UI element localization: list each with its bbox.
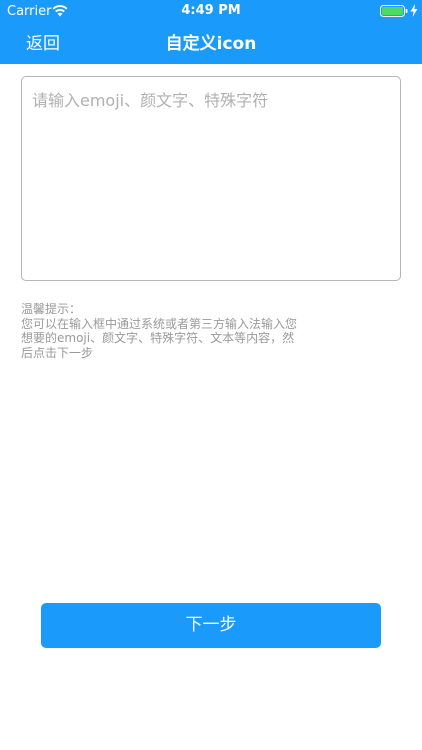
custom-icon-text-field[interactable] (22, 77, 400, 280)
navigation-header: Carrier 4:49 PM 返回 自定义icon (0, 0, 422, 64)
page-title: 自定义icon (165, 34, 257, 54)
charging-bolt-icon (410, 4, 418, 17)
next-step-button[interactable]: 下一步 (41, 603, 381, 648)
battery-full-icon (380, 5, 408, 17)
tip-text: 温馨提示： 您可以在输入框中通过系统或者第三方输入法输入您想要的emoji、颜文… (21, 302, 298, 360)
status-bar: Carrier 4:49 PM (0, 0, 422, 22)
clock: 4:49 PM (181, 3, 241, 18)
custom-icon-input-box[interactable] (21, 76, 401, 281)
